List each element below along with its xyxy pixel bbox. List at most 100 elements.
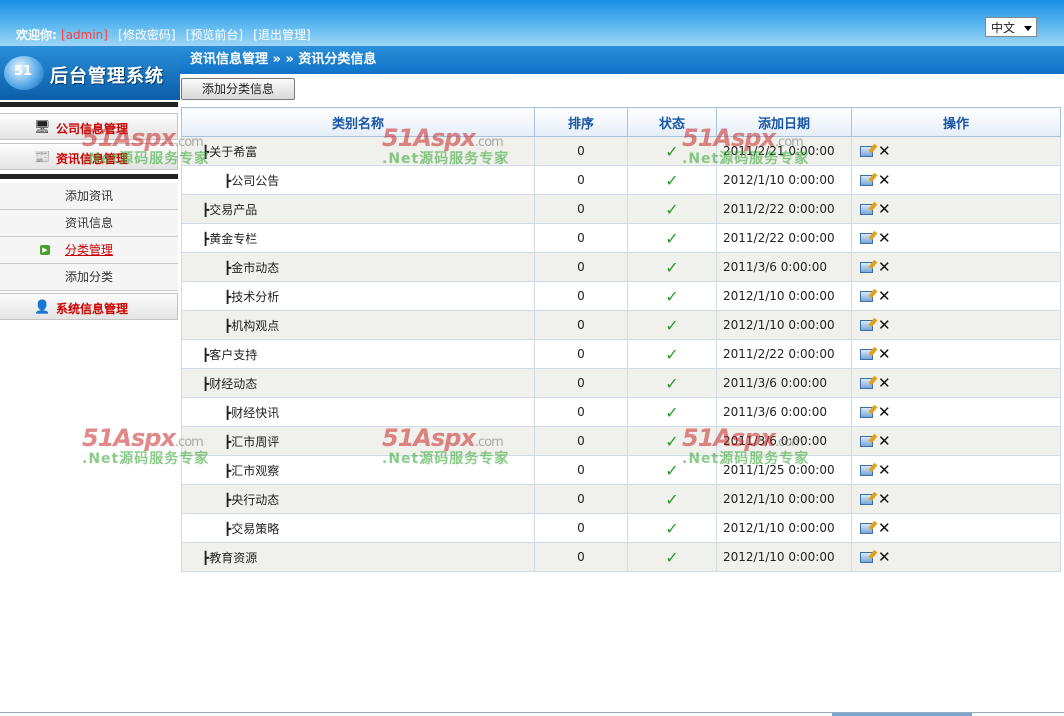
status-check-icon: ✓	[627, 165, 717, 195]
sidebar-item-news-info[interactable]: 资讯信息	[0, 210, 178, 237]
column-header-date[interactable]: 添加日期	[716, 107, 852, 137]
table-row: ┣汇市周评 0 ✓ 2011/3/6 0:00:00 ✕	[181, 426, 1061, 456]
change-password-link[interactable]: [修改密码]	[118, 28, 175, 42]
sidebar-item-add-news[interactable]: 添加资讯	[0, 183, 178, 210]
delete-icon[interactable]: ✕	[878, 200, 891, 218]
category-order: 0	[534, 513, 628, 543]
edit-icon[interactable]	[860, 522, 873, 534]
edit-icon[interactable]	[860, 145, 873, 157]
column-header-order[interactable]: 排序	[534, 107, 628, 137]
edit-icon[interactable]	[860, 464, 873, 476]
delete-icon[interactable]: ✕	[878, 345, 891, 363]
delete-icon[interactable]: ✕	[878, 171, 891, 189]
status-check-icon: ✓	[627, 455, 717, 485]
category-order: 0	[534, 223, 628, 253]
user-icon: 👤	[34, 300, 51, 315]
logout-link[interactable]: [退出管理]	[253, 28, 310, 42]
edit-icon[interactable]	[860, 406, 873, 418]
delete-icon[interactable]: ✕	[878, 142, 891, 160]
sidebar-item-label: 资讯信息	[64, 216, 113, 230]
status-check-icon: ✓	[627, 310, 717, 340]
edit-icon[interactable]	[860, 348, 873, 360]
category-order: 0	[534, 397, 628, 427]
sidebar-group-news[interactable]: 📰 资讯信息管理	[0, 143, 178, 170]
category-name: ┣财经快讯	[181, 397, 535, 427]
edit-icon[interactable]	[860, 377, 873, 389]
arrow-bullet-icon: ▶	[40, 245, 50, 255]
delete-icon[interactable]: ✕	[878, 548, 891, 566]
row-actions: ✕	[851, 136, 1061, 166]
language-select[interactable]: 中文	[985, 17, 1037, 37]
table-header-row: 类别名称 排序 状态 添加日期 操作	[181, 107, 1061, 137]
category-date: 2012/1/10 0:00:00	[716, 165, 852, 195]
sidebar-item-add-category[interactable]: 添加分类	[0, 264, 178, 291]
welcome-bar: 欢迎你: [admin] [修改密码] [预览前台] [退出管理]	[16, 26, 311, 43]
edit-icon[interactable]	[860, 290, 873, 302]
category-order: 0	[534, 310, 628, 340]
sidebar-submenu: 添加资讯 资讯信息 ▶ 分类管理 添加分类	[0, 183, 178, 291]
delete-icon[interactable]: ✕	[878, 519, 891, 537]
status-check-icon: ✓	[627, 368, 717, 398]
breadcrumb: 资讯信息管理 » » 资讯分类信息	[180, 46, 1064, 74]
row-actions: ✕	[851, 513, 1061, 543]
category-order: 0	[534, 426, 628, 456]
column-header-status[interactable]: 状态	[627, 107, 717, 137]
chevron-down-icon	[1024, 26, 1032, 31]
category-order: 0	[534, 165, 628, 195]
category-name: ┣黄金专栏	[181, 223, 535, 253]
category-name: ┣汇市周评	[181, 426, 535, 456]
sidebar-item-category-manage[interactable]: ▶ 分类管理	[0, 237, 178, 264]
current-username[interactable]: [admin]	[61, 28, 108, 42]
category-name: ┣教育资源	[181, 542, 535, 572]
sidebar-group-system[interactable]: 👤 系统信息管理	[0, 293, 178, 320]
status-check-icon: ✓	[627, 281, 717, 311]
status-check-icon: ✓	[627, 339, 717, 369]
row-actions: ✕	[851, 252, 1061, 282]
delete-icon[interactable]: ✕	[878, 374, 891, 392]
watermark-brand-text: 51Aspx	[82, 424, 176, 452]
edit-icon[interactable]	[860, 232, 873, 244]
table-row: ┣金市动态 0 ✓ 2011/3/6 0:00:00 ✕	[181, 252, 1061, 282]
language-value: 中文	[991, 21, 1016, 35]
status-check-icon: ✓	[627, 513, 717, 543]
edit-icon[interactable]	[860, 261, 873, 273]
add-category-button[interactable]: 添加分类信息	[181, 78, 295, 100]
delete-icon[interactable]: ✕	[878, 287, 891, 305]
category-order: 0	[534, 252, 628, 282]
edit-icon[interactable]	[860, 319, 873, 331]
edit-icon[interactable]	[860, 174, 873, 186]
row-actions: ✕	[851, 223, 1061, 253]
column-header-name[interactable]: 类别名称	[181, 107, 535, 137]
status-check-icon: ✓	[627, 136, 717, 166]
delete-icon[interactable]: ✕	[878, 490, 891, 508]
delete-icon[interactable]: ✕	[878, 316, 891, 334]
row-actions: ✕	[851, 368, 1061, 398]
table-row: ┣财经快讯 0 ✓ 2011/3/6 0:00:00 ✕	[181, 397, 1061, 427]
delete-icon[interactable]: ✕	[878, 461, 891, 479]
sidebar-group-company[interactable]: 🖥 公司信息管理	[0, 113, 178, 140]
row-actions: ✕	[851, 194, 1061, 224]
table-row: ┣机构观点 0 ✓ 2012/1/10 0:00:00 ✕	[181, 310, 1061, 340]
globe-logo-icon: 51	[4, 56, 44, 90]
status-check-icon: ✓	[627, 542, 717, 572]
category-date: 2012/1/10 0:00:00	[716, 513, 852, 543]
sidebar-item-label: 分类管理	[64, 243, 113, 257]
edit-icon[interactable]	[860, 551, 873, 563]
category-date: 2011/1/25 0:00:00	[716, 455, 852, 485]
delete-icon[interactable]: ✕	[878, 403, 891, 421]
edit-icon[interactable]	[860, 493, 873, 505]
category-order: 0	[534, 136, 628, 166]
delete-icon[interactable]: ✕	[878, 229, 891, 247]
edit-icon[interactable]	[860, 435, 873, 447]
row-actions: ✕	[851, 310, 1061, 340]
delete-icon[interactable]: ✕	[878, 432, 891, 450]
sidebar: 🖥 公司信息管理 📰 资讯信息管理 添加资讯 资讯信息 ▶ 分类管理 添加分类 👤…	[0, 100, 178, 320]
category-name: ┣技术分析	[181, 281, 535, 311]
delete-icon[interactable]: ✕	[878, 258, 891, 276]
news-icon: 📰	[34, 150, 51, 165]
status-check-icon: ✓	[627, 223, 717, 253]
status-check-icon: ✓	[627, 397, 717, 427]
category-date: 2012/1/10 0:00:00	[716, 484, 852, 514]
edit-icon[interactable]	[860, 203, 873, 215]
preview-frontend-link[interactable]: [预览前台]	[186, 28, 243, 42]
